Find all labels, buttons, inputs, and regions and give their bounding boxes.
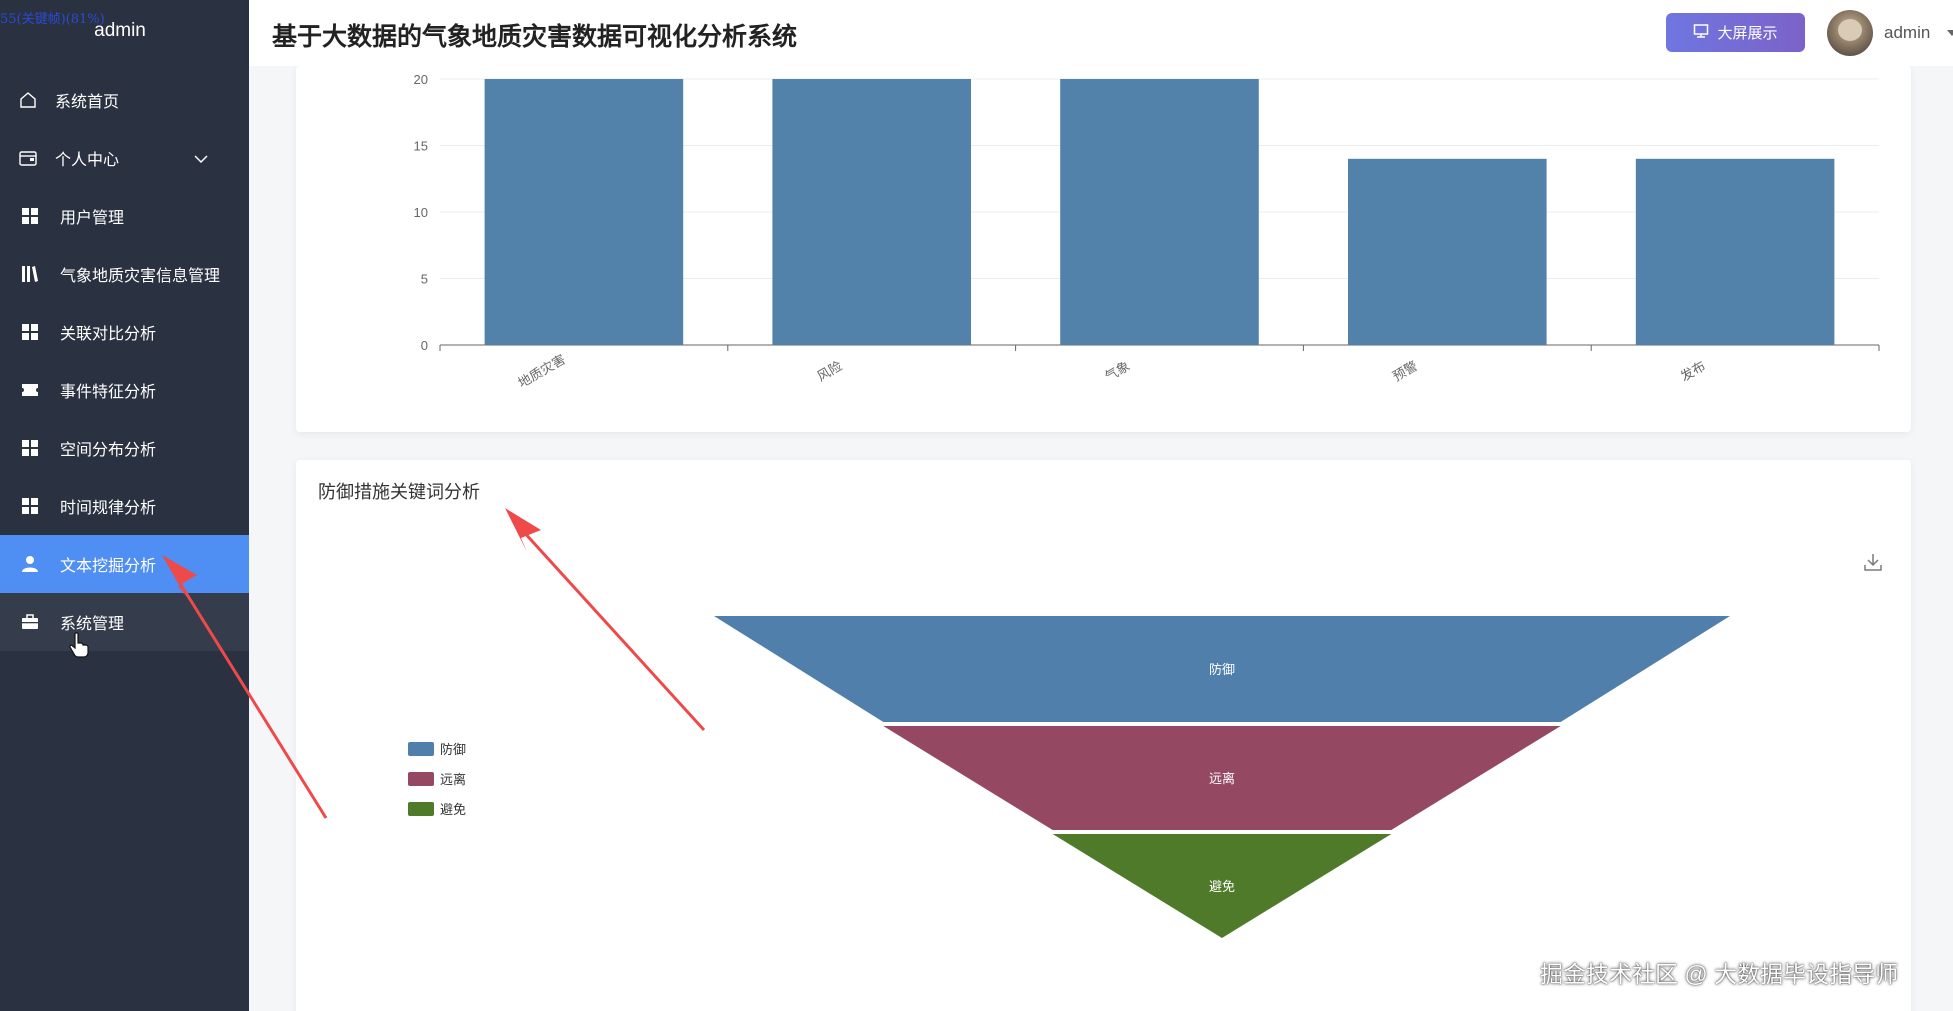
funnel-segment-label: 远离 [1209, 771, 1235, 786]
keyword-bar-chart: 0 5 10 15 20 地质灾害 风险 气象 预警 发布 [414, 72, 1880, 391]
avatar[interactable] [1827, 10, 1873, 56]
grid-icon [19, 321, 41, 343]
sidebar-item-personal-center[interactable]: 个人中心 [0, 129, 249, 187]
watermark-text: 掘金技术社区 @ 大数据毕设指导师 [1540, 961, 1899, 987]
sidebar-item-disaster-info-management[interactable]: 气象地质灾害信息管理 [0, 245, 249, 303]
sidebar-item-temporal-analysis[interactable]: 时间规律分析 [0, 477, 249, 535]
funnel-segment-label: 防御 [1209, 662, 1235, 677]
sidebar-item-label: 时间规律分析 [60, 500, 157, 517]
sidebar-item-event-feature-analysis[interactable]: 事件特征分析 [0, 361, 249, 419]
legend-swatch [408, 742, 434, 756]
legend-label: 避免 [440, 802, 466, 817]
bar [1635, 158, 1835, 345]
sidebar-item-label: 系统首页 [55, 94, 120, 111]
grid-icon [19, 205, 41, 227]
bar-x-tick-label: 发布 [1678, 358, 1708, 384]
user-name[interactable]: admin [1884, 23, 1930, 43]
bar-y-tick-label: 20 [414, 72, 428, 87]
legend-label: 远离 [440, 772, 466, 787]
caret-down-icon[interactable] [1947, 30, 1953, 36]
sidebar-item-correlation-analysis[interactable]: 关联对比分析 [0, 303, 249, 361]
bar [1060, 79, 1259, 345]
wallet-icon [17, 147, 39, 169]
grid-icon [19, 495, 41, 517]
bar-x-tick-label: 风险 [814, 358, 844, 384]
home-icon [17, 89, 39, 111]
sidebar-item-label: 事件特征分析 [60, 384, 157, 401]
top-header: 基于大数据的气象地质灾害数据可视化分析系统 大屏展示 admin [249, 0, 1953, 66]
legend-swatch [408, 802, 434, 816]
big-screen-button-label: 大屏展示 [1717, 25, 1778, 42]
sidebar-item-label: 空间分布分析 [60, 442, 157, 459]
sidebar-item-system-management[interactable]: 系统管理 [0, 593, 249, 651]
grid-icon [19, 437, 41, 459]
bar-x-tick-label: 气象 [1102, 358, 1132, 384]
bar-x-tick-label: 预警 [1390, 358, 1420, 384]
funnel-segment-label: 避免 [1209, 879, 1235, 894]
chevron-down-icon [193, 151, 209, 169]
monitor-icon [1693, 23, 1709, 43]
ticket-icon [19, 379, 41, 401]
sidebar-item-label: 文本挖掘分析 [60, 558, 157, 575]
bar-y-tick-label: 15 [414, 139, 428, 154]
bar [1348, 158, 1547, 345]
hand-cursor-icon [69, 632, 89, 663]
page-title: 基于大数据的气象地质灾害数据可视化分析系统 [272, 23, 798, 51]
sidebar-item-text-mining[interactable]: 文本挖掘分析 [0, 535, 249, 593]
bar [772, 79, 971, 345]
bar-y-tick-label: 0 [421, 338, 428, 353]
main-content: 0 5 10 15 20 地质灾害 风险 气象 预警 发布 防御措施关键词分析 防御 远离 避免 防御远… [249, 66, 1953, 1011]
sidebar-item-home[interactable]: 系统首页 [0, 71, 249, 129]
briefcase-icon [19, 611, 41, 633]
library-icon [19, 263, 41, 285]
bar [484, 79, 684, 345]
bar-y-tick-label: 10 [414, 205, 428, 220]
legend-swatch [408, 772, 434, 786]
user-icon [19, 553, 41, 575]
sidebar: 55(关键帧)(81%) admin 系统首页 个人中心 用户管理 气象地质灾害… [0, 0, 249, 1011]
defense-keyword-funnel-chart: 防御远离避免 防御远离避免 [408, 616, 1730, 938]
sidebar-item-label: 气象地质灾害信息管理 [60, 268, 221, 285]
sidebar-item-user-management[interactable]: 用户管理 [0, 187, 249, 245]
sidebar-menu: 系统首页 个人中心 用户管理 气象地质灾害信息管理 关联对比分析 事件特征分析 … [0, 71, 249, 651]
sidebar-item-label: 个人中心 [55, 152, 120, 169]
bar-x-tick-label: 地质灾害 [515, 352, 568, 391]
big-screen-button[interactable]: 大屏展示 [1666, 13, 1805, 52]
sidebar-header: 55(关键帧)(81%) admin [0, 0, 249, 60]
keyword-bar-chart-card: 0 5 10 15 20 地质灾害 风险 气象 预警 发布 [296, 66, 1911, 432]
sidebar-item-label: 系统管理 [60, 616, 125, 633]
legend-label: 防御 [440, 742, 466, 757]
sidebar-item-spatial-analysis[interactable]: 空间分布分析 [0, 419, 249, 477]
defense-keyword-funnel-card: 防御措施关键词分析 防御 远离 避免 防御 远离 避免 [296, 460, 1911, 1011]
sidebar-item-label: 关联对比分析 [60, 326, 157, 343]
sidebar-title: admin [94, 20, 146, 41]
bar-y-tick-label: 5 [421, 272, 428, 287]
sidebar-item-label: 用户管理 [60, 210, 125, 227]
